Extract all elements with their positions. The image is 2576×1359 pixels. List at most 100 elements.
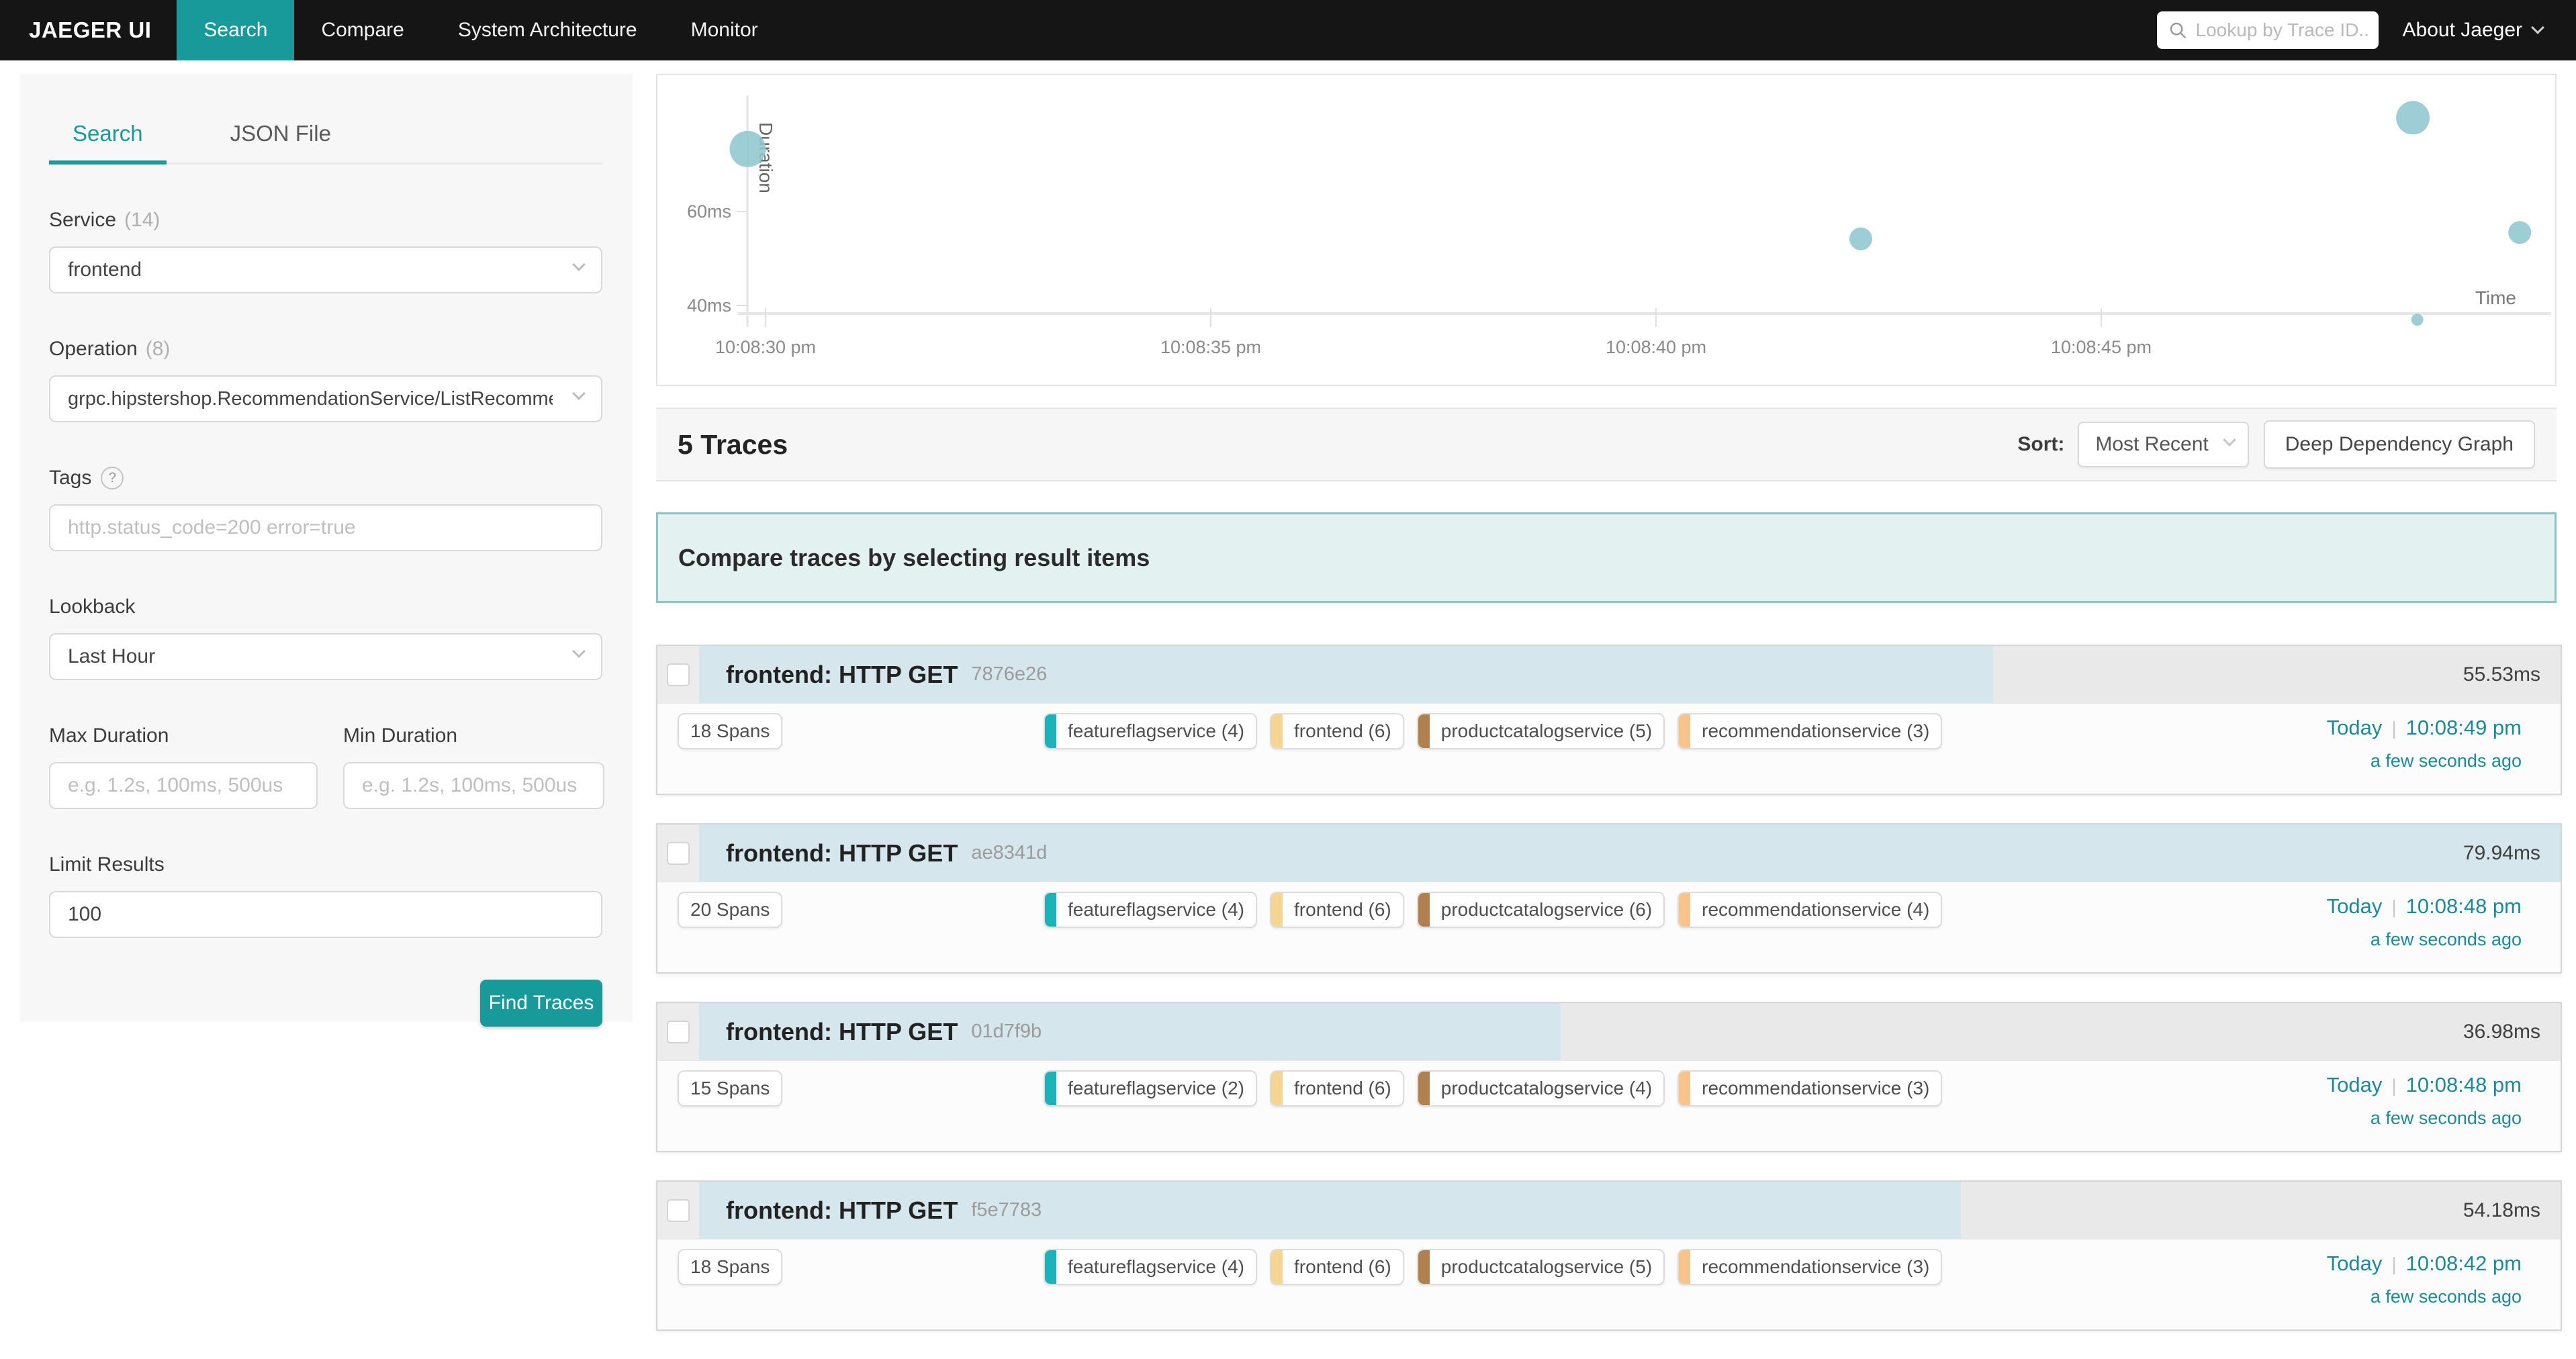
service-tag-label: frontend (6): [1283, 1250, 1403, 1284]
checkbox-column: [657, 825, 699, 882]
scatter-chart[interactable]: 10:08:30 pm10:08:35 pm10:08:40 pm10:08:4…: [657, 75, 2555, 385]
compare-banner-text: Compare traces by selecting result items: [678, 544, 1150, 572]
chevron-down-icon: [572, 258, 586, 271]
trace-select-checkbox[interactable]: [667, 663, 690, 686]
find-traces-button[interactable]: Find Traces: [480, 980, 602, 1027]
time-separator: |: [2382, 1075, 2405, 1096]
service-color-strip: [1045, 893, 1056, 927]
sidebar-tab-json-file[interactable]: JSON File: [207, 121, 355, 162]
trace-lookup-input[interactable]: [2196, 19, 2368, 41]
service-tag-label: productcatalogservice (5): [1430, 1250, 1663, 1284]
service-color-strip: [1679, 1072, 1690, 1105]
min-duration-label: Min Duration: [343, 724, 604, 747]
trace-scatter-point[interactable]: [2396, 101, 2430, 134]
trace-title: frontend: HTTP GET: [726, 1018, 958, 1046]
deep-dependency-graph-button[interactable]: Deep Dependency Graph: [2264, 420, 2535, 469]
service-tag: frontend (6): [1270, 892, 1404, 928]
time-separator: |: [2382, 718, 2405, 739]
trace-scatter-point[interactable]: [1849, 228, 1872, 250]
limit-results-input[interactable]: [68, 903, 584, 926]
tags-field: [49, 504, 602, 551]
compare-banner: Compare traces by selecting result items: [656, 512, 2557, 603]
nav-item-compare[interactable]: Compare: [294, 0, 430, 60]
service-color-strip: [1679, 893, 1690, 927]
service-tag: featureflagservice (4): [1044, 892, 1257, 928]
trace-select-checkbox[interactable]: [667, 1199, 690, 1222]
trace-card-header: frontend: HTTP GET ae8341d 79.94ms: [657, 825, 2561, 882]
service-tag: productcatalogservice (4): [1417, 1070, 1665, 1107]
trace-date-link[interactable]: Today: [2327, 1073, 2383, 1096]
chevron-down-icon: [572, 387, 586, 400]
trace-result-card[interactable]: frontend: HTTP GET ae8341d 79.94ms 20 Sp…: [656, 823, 2562, 974]
max-duration-input[interactable]: [68, 774, 299, 797]
svg-text:10:08:40 pm: 10:08:40 pm: [1606, 337, 1706, 357]
trace-select-checkbox[interactable]: [667, 1021, 690, 1043]
trace-date-link[interactable]: Today: [2327, 894, 2383, 918]
trace-select-checkbox[interactable]: [667, 842, 690, 865]
trace-result-card[interactable]: frontend: HTTP GET 7876e26 55.53ms 18 Sp…: [656, 645, 2562, 795]
service-tag-label: featureflagservice (4): [1056, 893, 1256, 927]
trace-time-link[interactable]: 10:08:48 pm: [2406, 1073, 2522, 1096]
service-tag-label: featureflagservice (4): [1056, 1250, 1256, 1284]
nav-right: About Jaeger: [2157, 11, 2576, 49]
x-axis-title: Time: [2475, 287, 2516, 308]
duration-scatter-panel: 10:08:30 pm10:08:35 pm10:08:40 pm10:08:4…: [656, 74, 2557, 386]
trace-result-card[interactable]: frontend: HTTP GET 01d7f9b 36.98ms 15 Sp…: [656, 1002, 2562, 1152]
span-count-badge: 20 Spans: [678, 892, 782, 928]
trace-time-link[interactable]: 10:08:48 pm: [2406, 894, 2522, 918]
trace-scatter-point[interactable]: [729, 131, 766, 167]
trace-scatter-point[interactable]: [2411, 314, 2424, 326]
app-brand: JAEGER UI: [0, 17, 177, 43]
operation-label: Operation (8): [49, 338, 602, 361]
operation-select[interactable]: grpc.hipstershop.RecommendationService/L…: [49, 375, 602, 422]
svg-text:10:08:30 pm: 10:08:30 pm: [715, 337, 816, 357]
trace-id: 7876e26: [971, 663, 1047, 686]
trace-title: frontend: HTTP GET: [726, 661, 958, 689]
trace-relative-time: a few seconds ago: [2327, 1108, 2522, 1129]
service-color-strip: [1045, 1250, 1056, 1284]
sidebar-tab-search[interactable]: Search: [49, 121, 167, 162]
trace-duration: 55.53ms: [2463, 663, 2540, 686]
nav-items: SearchCompareSystem ArchitectureMonitor: [177, 0, 784, 60]
service-tag: featureflagservice (2): [1044, 1070, 1257, 1107]
service-tag: recommendationservice (3): [1677, 1249, 1942, 1285]
service-tag-label: featureflagservice (2): [1056, 1072, 1256, 1105]
trace-scatter-point[interactable]: [2508, 221, 2531, 244]
trace-date-link[interactable]: Today: [2327, 716, 2383, 739]
service-select[interactable]: frontend: [49, 246, 602, 293]
span-count-badge: 18 Spans: [678, 713, 782, 749]
help-icon[interactable]: ?: [101, 467, 124, 489]
chevron-down-icon: [2223, 433, 2236, 447]
chevron-down-icon: [572, 645, 586, 658]
trace-result-card[interactable]: frontend: HTTP GET f5e7783 54.18ms 18 Sp…: [656, 1180, 2562, 1331]
trace-service-tags: featureflagservice (2)frontend (6)produc…: [1044, 1070, 1955, 1107]
trace-lookup-box[interactable]: [2157, 11, 2379, 49]
service-color-strip: [1679, 714, 1690, 748]
service-color-strip: [1045, 1072, 1056, 1105]
trace-relative-time: a few seconds ago: [2327, 751, 2522, 771]
about-jaeger-menu[interactable]: About Jaeger: [2403, 19, 2542, 42]
operation-count: (8): [146, 338, 171, 361]
trace-time-block: Today|10:08:48 pm a few seconds ago: [2327, 1070, 2522, 1129]
min-duration-input[interactable]: [362, 774, 586, 797]
nav-item-search[interactable]: Search: [177, 0, 294, 60]
nav-item-monitor[interactable]: Monitor: [664, 0, 785, 60]
tags-label: Tags ?: [49, 467, 602, 489]
trace-duration: 54.18ms: [2463, 1199, 2540, 1222]
trace-time-link[interactable]: 10:08:42 pm: [2406, 1252, 2522, 1275]
sort-select[interactable]: Most Recent: [2078, 422, 2248, 467]
time-separator: |: [2382, 896, 2405, 917]
sort-value: Most Recent: [2095, 433, 2208, 456]
trace-duration: 36.98ms: [2463, 1021, 2540, 1043]
main-content: 10:08:30 pm10:08:35 pm10:08:40 pm10:08:4…: [656, 74, 2562, 1359]
search-icon: [2168, 20, 2188, 40]
sidebar-tabs: Search JSON File: [49, 121, 602, 165]
limit-results-field: [49, 891, 602, 938]
trace-time-link[interactable]: 10:08:49 pm: [2406, 716, 2522, 739]
service-color-strip: [1271, 893, 1283, 927]
tags-input[interactable]: [68, 516, 584, 539]
lookback-select[interactable]: Last Hour: [49, 633, 602, 680]
nav-item-system-architecture[interactable]: System Architecture: [431, 0, 664, 60]
trace-date-link[interactable]: Today: [2327, 1252, 2383, 1275]
trace-relative-time: a few seconds ago: [2327, 929, 2522, 950]
